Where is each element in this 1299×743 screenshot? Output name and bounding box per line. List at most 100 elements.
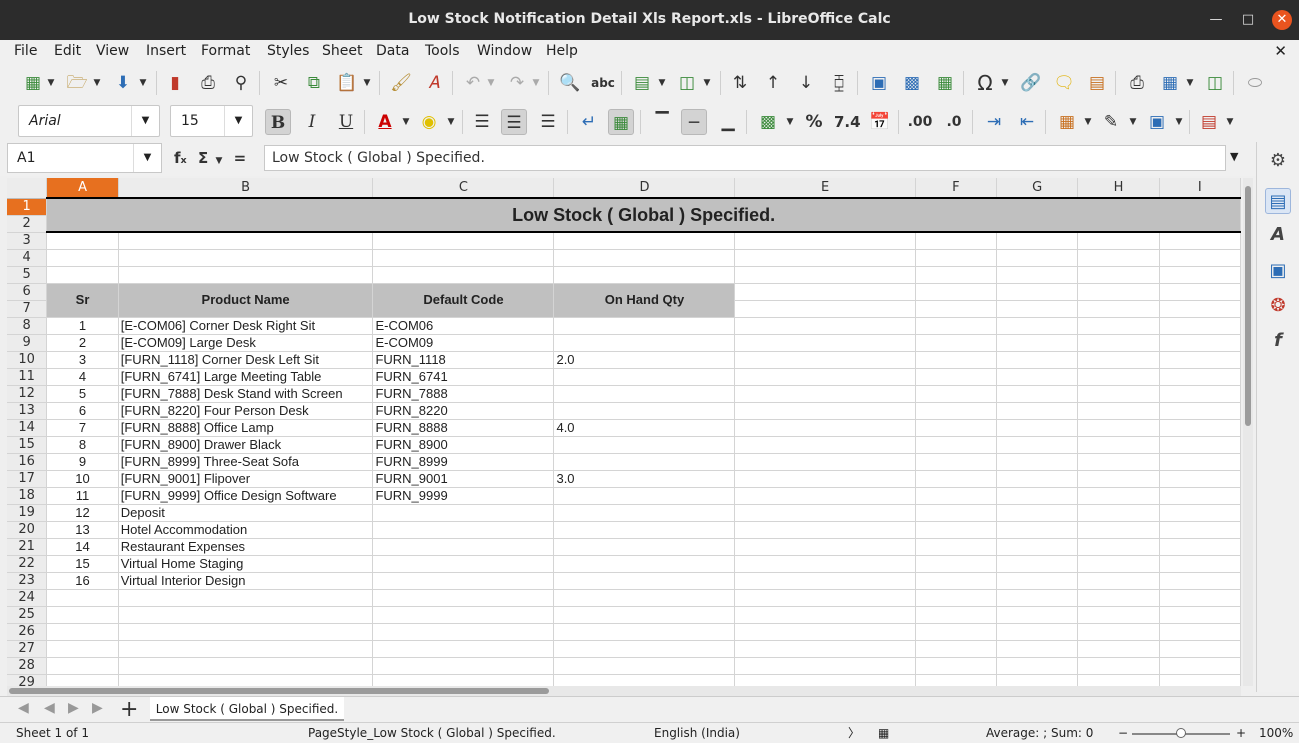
cell[interactable] [734,589,916,607]
highlight-dropdown-icon[interactable]: ▼ [446,109,456,135]
language[interactable]: English (India) [654,723,740,743]
underline-button[interactable]: U [333,109,359,135]
cell[interactable] [996,351,1079,369]
cell[interactable] [734,555,916,573]
cell[interactable] [1159,470,1241,488]
cell[interactable] [372,232,555,250]
print-icon[interactable]: ⎙ [195,70,221,96]
cell[interactable] [1077,572,1160,590]
cell[interactable] [553,589,736,607]
sort-descending-icon[interactable]: ↓ [793,70,819,96]
column-icon[interactable]: ◫ [674,70,700,96]
expand-formula-icon[interactable]: ▼ [1230,150,1238,163]
cell-on-hand-qty[interactable] [553,572,736,590]
cell[interactable] [1159,589,1241,607]
cell[interactable] [915,368,998,386]
cell[interactable] [996,266,1079,284]
formula-equals-icon[interactable]: = [234,149,247,167]
print-preview-icon[interactable]: ⚲ [228,70,254,96]
menu-tools[interactable]: Tools [425,43,460,59]
paste-dropdown-icon[interactable]: ▼ [362,70,372,96]
cell-sr[interactable]: 6 [46,402,119,420]
border-style-dropdown-icon[interactable]: ▼ [1128,109,1138,135]
align-top-icon[interactable]: ▔ [649,109,675,135]
cell[interactable] [996,368,1079,386]
cell[interactable] [996,504,1079,522]
cell[interactable] [915,504,998,522]
cell[interactable] [553,640,736,658]
row-header[interactable]: 25 [7,606,48,624]
comment-icon[interactable]: 🗨 [1051,70,1077,96]
cell[interactable] [996,419,1079,437]
column-header-d[interactable]: D [553,178,736,199]
copy-icon[interactable]: ⧉ [301,70,327,96]
cell[interactable] [915,657,998,675]
headers-footers-icon[interactable]: ▤ [1084,70,1110,96]
cell[interactable] [372,606,555,624]
cell-sr[interactable]: 3 [46,351,119,369]
menu-help[interactable]: Help [546,43,578,59]
sheet-tab[interactable]: Low Stock ( Global ) Specified. [150,697,344,721]
cell-product-name[interactable]: Restaurant Expenses [118,538,374,556]
row-header[interactable]: 29 [7,674,48,686]
cell[interactable] [915,453,998,471]
align-bottom-icon[interactable]: ▁ [715,109,741,135]
menu-styles[interactable]: Styles [267,43,309,59]
cell-on-hand-qty[interactable] [553,504,736,522]
formula-input[interactable]: Low Stock ( Global ) Specified. [264,145,1226,171]
bold-button[interactable]: B [265,109,291,135]
new-document-icon[interactable]: ▦ [20,70,46,96]
cell[interactable] [1159,436,1241,454]
column-header-h[interactable]: H [1077,178,1160,199]
special-character-icon[interactable]: Ω [972,70,998,96]
previous-sheet-icon[interactable]: ◀ [44,700,55,716]
row-header[interactable]: 16 [7,453,48,471]
font-color-icon[interactable]: A [372,109,398,135]
page-style[interactable]: PageStyle_Low Stock ( Global ) Specified… [308,723,556,743]
cell[interactable] [1077,640,1160,658]
cell-on-hand-qty[interactable] [553,453,736,471]
cell[interactable] [915,385,998,403]
cell-product-name[interactable]: [E-COM09] Large Desk [118,334,374,352]
cell[interactable] [915,674,998,686]
special-character-dropdown-icon[interactable]: ▼ [1000,70,1010,96]
cell[interactable] [372,640,555,658]
cell[interactable] [734,487,916,505]
find-replace-icon[interactable]: 🔍 [557,70,583,96]
cell[interactable] [734,351,916,369]
cell[interactable] [996,436,1079,454]
menu-window[interactable]: Window [477,43,532,59]
new-dropdown-icon[interactable]: ▼ [46,70,56,96]
insert-image-icon[interactable]: ▣ [866,70,892,96]
undo-icon[interactable]: ↶ [460,70,486,96]
cell[interactable] [996,470,1079,488]
row-header[interactable]: 5 [7,266,48,284]
cell-on-hand-qty[interactable] [553,402,736,420]
cell-default-code[interactable] [372,504,555,522]
wrap-text-icon[interactable]: ↵ [576,109,602,135]
row-header[interactable]: 1 [7,198,48,216]
sort-icon[interactable]: ⇅ [727,70,753,96]
cell[interactable] [1159,351,1241,369]
cell[interactable] [915,351,998,369]
cell-product-name[interactable]: [FURN_6741] Large Meeting Table [118,368,374,386]
cell-default-code[interactable]: FURN_8220 [372,402,555,420]
cell[interactable] [734,538,916,556]
cell[interactable] [734,334,916,352]
cell-default-code[interactable]: FURN_8900 [372,436,555,454]
column-header-g[interactable]: G [996,178,1079,199]
conditional-format-icon[interactable]: ▤ [1196,109,1222,135]
header-on-hand-qty[interactable]: On Hand Qty [553,283,736,318]
menu-format[interactable]: Format [201,43,250,59]
vertical-scroll-thumb[interactable] [1245,186,1251,426]
cell[interactable] [372,623,555,641]
insert-chart-icon[interactable]: ▩ [899,70,925,96]
cell[interactable] [1077,487,1160,505]
clone-formatting-icon[interactable]: 🖌 [388,70,414,96]
sum-dropdown-icon[interactable]: ▼ [215,156,222,166]
sum-icon[interactable]: Σ [198,149,208,167]
row-header[interactable]: 8 [7,317,48,335]
align-right-icon[interactable]: ☰ [535,109,561,135]
cell-on-hand-qty[interactable] [553,487,736,505]
horizontal-scrollbar[interactable] [7,686,1241,696]
